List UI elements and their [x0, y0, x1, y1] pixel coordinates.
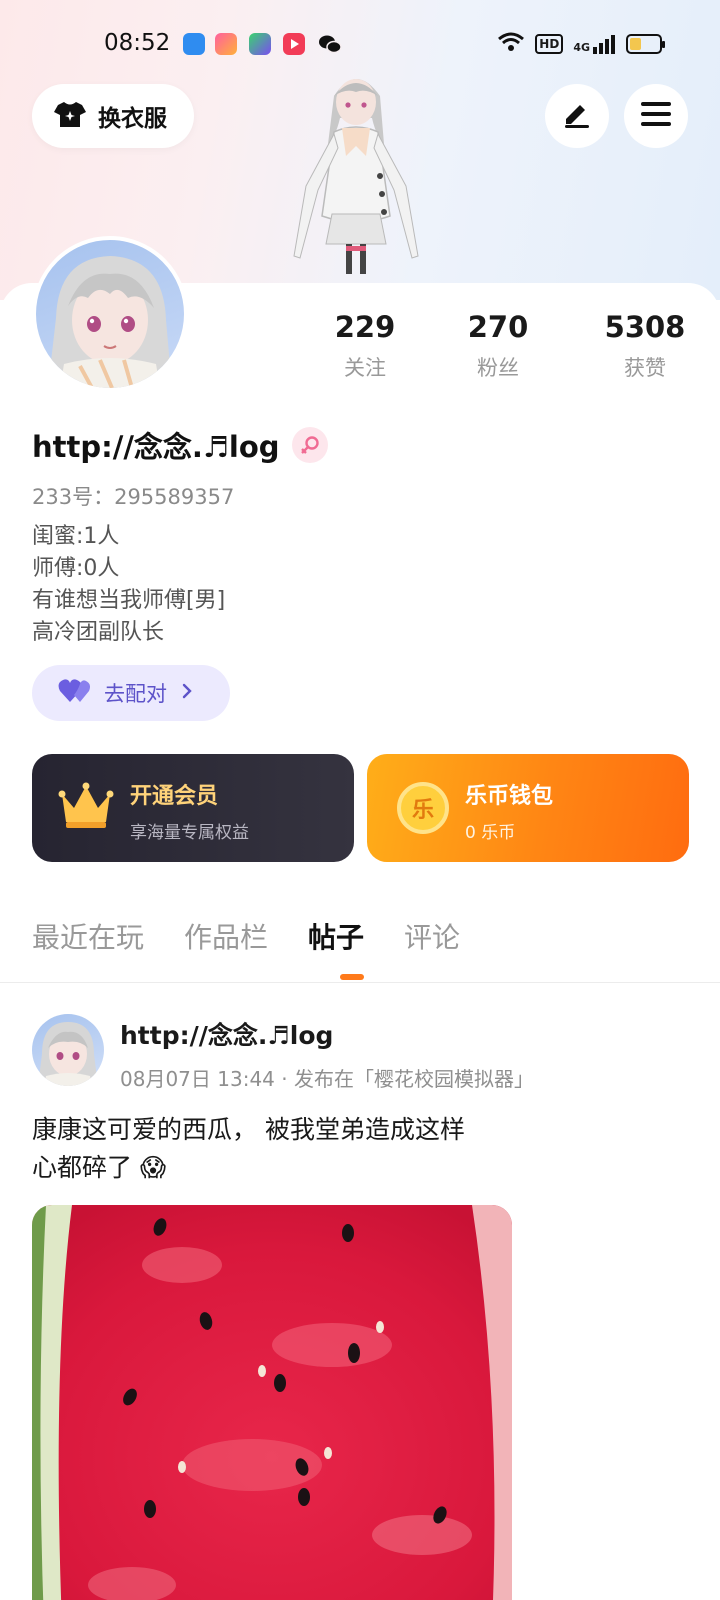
active-tab-indicator — [340, 974, 364, 980]
likes-label: 获赞 — [624, 356, 666, 380]
bio: 闺蜜:1人 师傅:0人 有谁想当我师傅[男] 高冷团副队长 — [32, 521, 225, 649]
hearts-icon — [58, 678, 92, 708]
post-text-line: 心都碎了 😱 — [32, 1153, 167, 1182]
profile-nickname: http://念念.♬log — [32, 430, 280, 464]
tab-posts[interactable]: 帖子 — [308, 916, 364, 956]
battery-fill — [630, 38, 641, 50]
bio-line: 师傅:0人 — [32, 556, 120, 581]
post-text-line: 康康这可爱的西瓜， 被我堂弟造成这样 — [32, 1115, 465, 1144]
tab-divider — [0, 982, 720, 983]
post-meta: 08月07日 13:44 · 发布在「樱花校园模拟器」 — [120, 1067, 534, 1091]
following-label: 关注 — [344, 356, 386, 380]
video-app-icon — [249, 33, 271, 55]
coin-glyph: 乐 — [411, 798, 434, 823]
tab-works[interactable]: 作品栏 — [184, 916, 268, 956]
post-author-avatar[interactable] — [32, 1014, 104, 1086]
stat-followers[interactable]: 270 粉丝 — [438, 310, 558, 382]
wifi-icon — [497, 31, 525, 57]
camera-app-icon — [215, 33, 237, 55]
chevron-right-icon — [181, 682, 193, 704]
vip-membership-card[interactable]: 开通会员 享海量专属权益 — [32, 754, 354, 862]
crown-icon — [58, 782, 114, 834]
tshirt-icon — [54, 100, 86, 132]
character-figure[interactable] — [276, 66, 436, 288]
profile-tabs: 最近在玩 作品栏 帖子 评论 — [32, 916, 500, 956]
bio-line: 高冷团副队长 — [32, 620, 165, 645]
wallet-title: 乐币钱包 — [465, 784, 554, 809]
edit-icon — [562, 99, 592, 133]
menu-button[interactable] — [624, 84, 688, 148]
stat-likes[interactable]: 5308 获赞 — [585, 310, 705, 382]
bio-line: 闺蜜:1人 — [32, 524, 120, 549]
battery-icon — [626, 34, 665, 54]
likes-count: 5308 — [604, 310, 686, 344]
change-outfit-label: 换衣服 — [98, 106, 167, 132]
network-type: 4G — [573, 41, 590, 54]
match-label: 去配对 — [104, 682, 167, 706]
signal-icon: 4G — [573, 34, 616, 54]
stat-following[interactable]: 229 关注 — [305, 310, 425, 382]
avatar[interactable] — [32, 236, 188, 392]
profile-nickname-row: http://念念.♬log — [32, 424, 328, 466]
match-button[interactable]: 去配对 — [32, 665, 230, 721]
wechat-icon — [318, 33, 342, 55]
vip-title: 开通会员 — [130, 784, 219, 809]
edit-profile-button[interactable] — [545, 84, 609, 148]
vip-subtitle: 享海量专属权益 — [130, 823, 249, 843]
tab-comments[interactable]: 评论 — [404, 916, 460, 956]
tab-recently-played[interactable]: 最近在玩 — [32, 916, 144, 956]
player-app-icon — [283, 33, 305, 55]
coin-wallet-card[interactable]: 乐 乐币钱包 0 乐币 — [367, 754, 689, 862]
followers-label: 粉丝 — [477, 356, 519, 380]
coin-icon: 乐 — [397, 782, 449, 834]
followers-count: 270 — [467, 310, 529, 344]
hd-badge: HD — [535, 34, 564, 54]
user-id: 233号：295589357 — [32, 485, 235, 509]
bio-line: 有谁想当我师傅[男] — [32, 588, 226, 613]
wallet-balance: 0 乐币 — [465, 823, 516, 843]
post-image-watermelon[interactable] — [32, 1205, 512, 1600]
following-count: 229 — [334, 310, 396, 344]
bluetooth-app-icon — [183, 33, 205, 55]
change-outfit-button[interactable]: 换衣服 — [32, 84, 194, 148]
female-icon — [291, 427, 328, 463]
post-author-name[interactable]: http://念念.♬log — [120, 1016, 333, 1052]
menu-icon — [641, 101, 671, 131]
status-time: 08:52 — [104, 30, 171, 56]
post-text: 康康这可爱的西瓜， 被我堂弟造成这样 心都碎了 😱 — [32, 1111, 465, 1187]
